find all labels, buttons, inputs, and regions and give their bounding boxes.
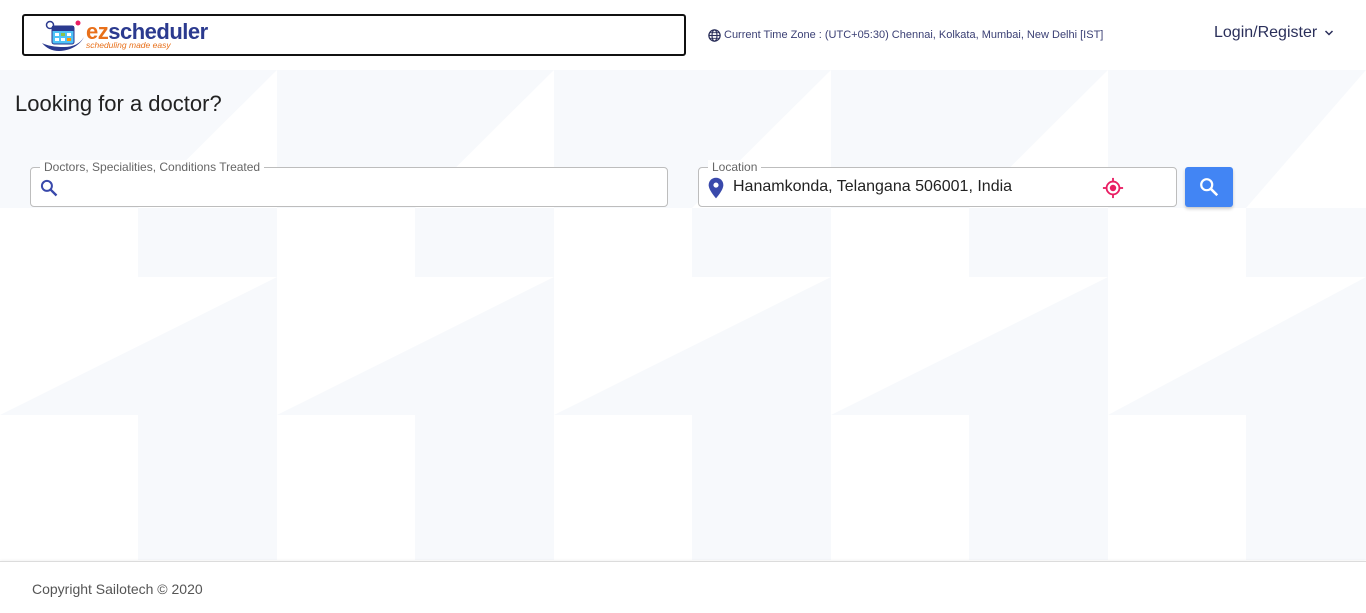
timezone-indicator: Current Time Zone : (UTC+05:30) Chennai,… <box>707 26 1103 44</box>
login-register-label: Login/Register <box>1214 24 1318 41</box>
page-title: Looking for a doctor? <box>15 91 222 116</box>
globe-icon <box>708 28 721 42</box>
doctor-search-input[interactable] <box>65 174 655 200</box>
timezone-text: Current Time Zone : (UTC+05:30) Chennai,… <box>724 29 1104 41</box>
background-pattern <box>0 70 1366 560</box>
logo-tagline: scheduling made easy <box>86 40 171 50</box>
doctor-search-field[interactable]: Doctors, Specialities, Conditions Treate… <box>30 160 668 207</box>
login-register-dropdown[interactable]: Login/Register <box>1214 24 1335 42</box>
search-icon <box>1200 178 1219 197</box>
logo-icon <box>42 20 84 51</box>
footer: Copyright Sailotech © 2020 <box>0 561 1366 613</box>
header: ezscheduler scheduling made easy Current… <box>0 0 1366 70</box>
logo-link[interactable]: ezscheduler scheduling made easy <box>22 14 686 56</box>
location-pin-icon <box>708 177 724 199</box>
location-label: Location <box>708 160 762 174</box>
search-icon <box>40 179 58 197</box>
chevron-down-icon <box>1325 30 1334 36</box>
location-field[interactable]: Location <box>698 160 1177 207</box>
search-button[interactable] <box>1185 167 1233 207</box>
crosshair-icon[interactable] <box>1102 177 1124 199</box>
copyright-text: Copyright Sailotech © 2020 <box>32 581 203 597</box>
location-input[interactable] <box>733 174 1093 200</box>
doctor-search-label: Doctors, Specialities, Conditions Treate… <box>40 160 265 174</box>
